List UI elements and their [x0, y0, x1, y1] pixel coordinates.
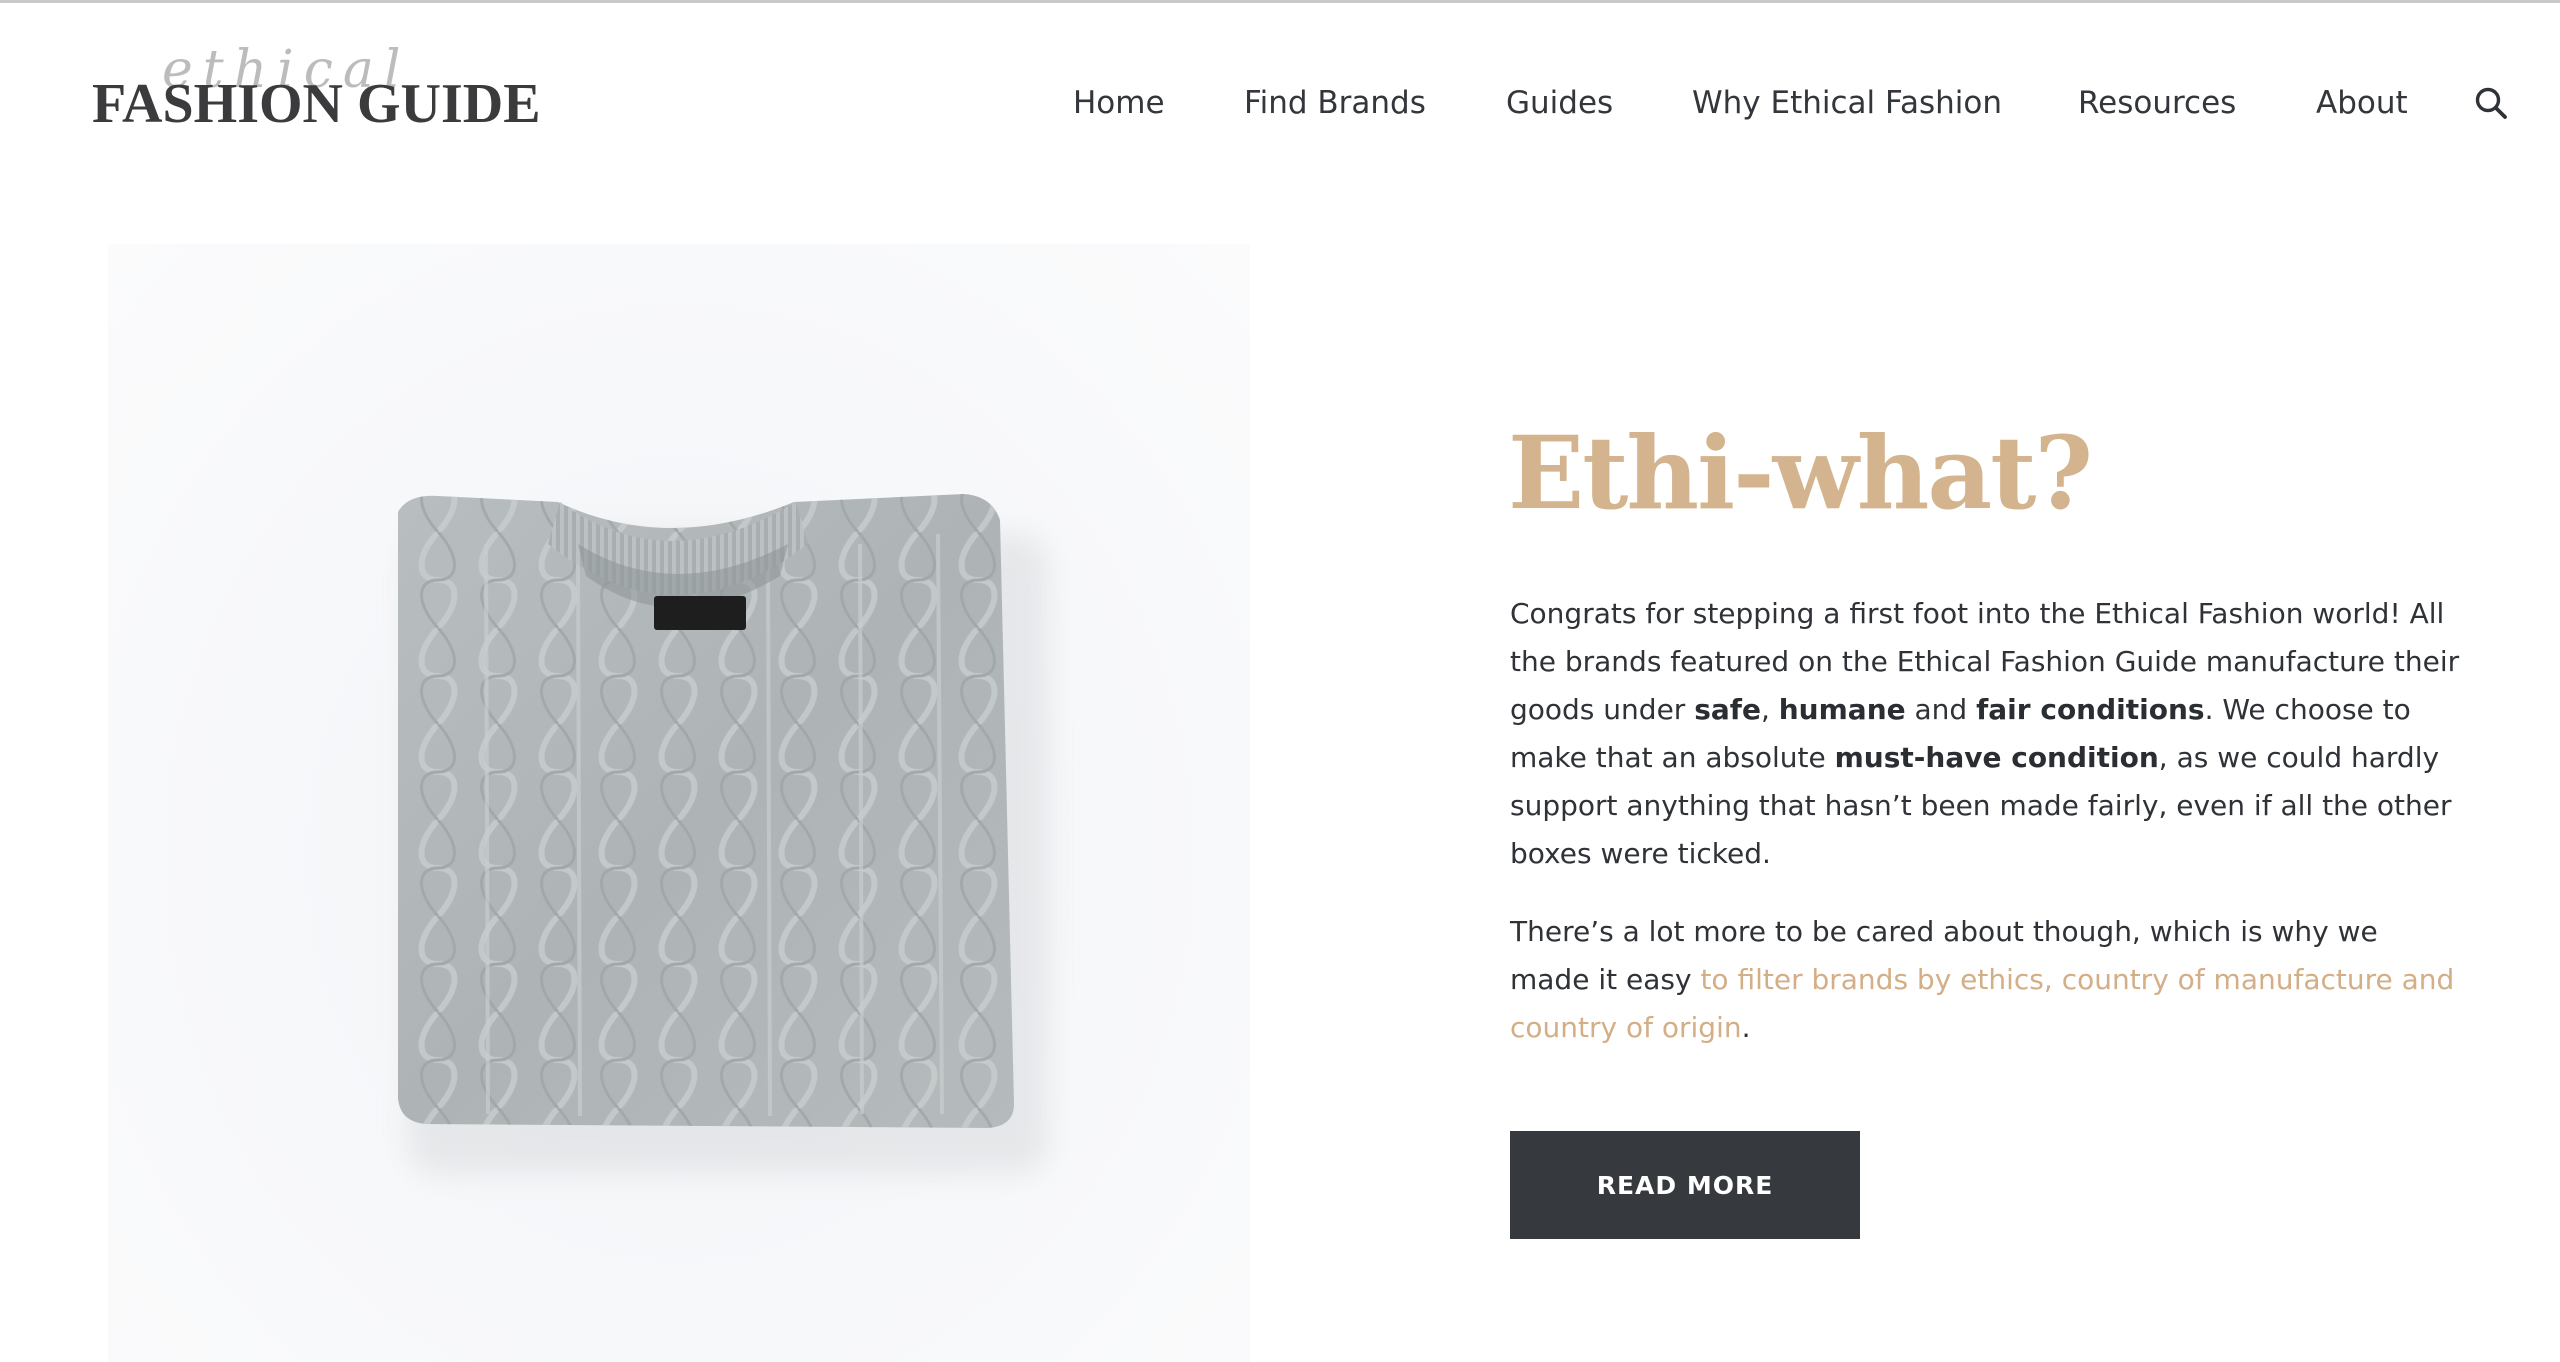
main-nav: Home Find Brands Guides Why Ethical Fash…	[0, 80, 2560, 126]
read-more-button[interactable]: READ MORE	[1510, 1131, 1860, 1239]
intro-text-3: and	[1905, 693, 1977, 726]
search-icon[interactable]	[2474, 86, 2508, 120]
top-border	[0, 0, 2560, 3]
intro-bold-fair-conditions: fair conditions	[1976, 693, 2205, 726]
page-headline: Ethi-what?	[1508, 414, 2093, 532]
intro-bold-safe: safe	[1694, 693, 1761, 726]
nav-item-resources[interactable]: Resources	[2078, 80, 2236, 126]
nav-item-why-ethical-fashion[interactable]: Why Ethical Fashion	[1692, 80, 2002, 126]
nav-item-about[interactable]: About	[2316, 80, 2408, 126]
hero-image-sweater	[108, 244, 1250, 1362]
intro-bold-humane: humane	[1778, 693, 1906, 726]
filter-text-2: .	[1741, 1011, 1751, 1044]
nav-item-home[interactable]: Home	[1073, 80, 1165, 126]
nav-item-find-brands[interactable]: Find Brands	[1244, 80, 1426, 126]
intro-paragraph: Congrats for stepping a first foot into …	[1510, 590, 2460, 878]
intro-bold-must-have: must-have condition	[1834, 741, 2159, 774]
intro-text-2: ,	[1760, 693, 1779, 726]
filter-paragraph: There’s a lot more to be cared about tho…	[1510, 908, 2460, 1052]
nav-item-guides[interactable]: Guides	[1506, 80, 1613, 126]
